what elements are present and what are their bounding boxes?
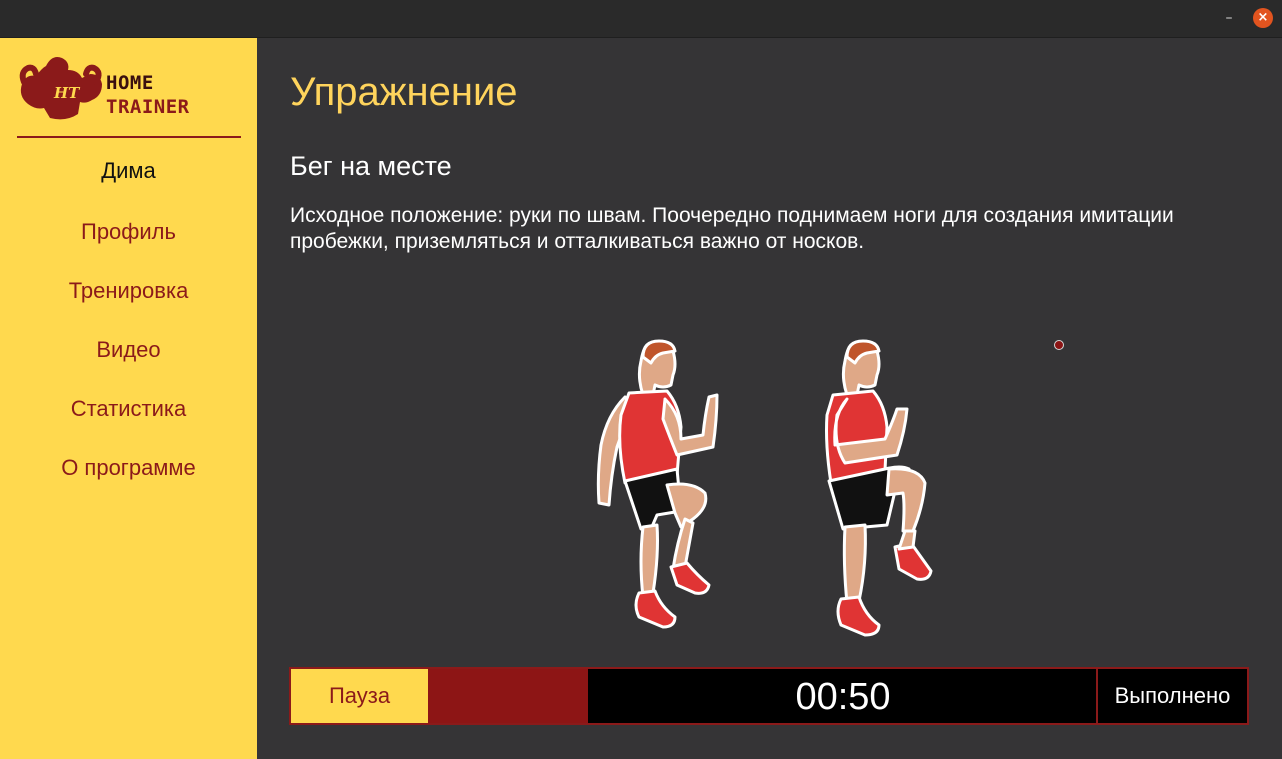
logo-line-home: HOME (106, 72, 154, 94)
running-in-place-illustration (596, 339, 933, 637)
sidebar-divider (17, 136, 241, 138)
sidebar-item-video[interactable]: Видео (0, 337, 257, 363)
runner-figure-left (596, 339, 719, 629)
sidebar-user-name[interactable]: Дима (0, 158, 257, 184)
app-window: – × HT HOME TRAINER Дима Профиль Трениро… (0, 0, 1282, 759)
logo-line-trainer: TRAINER (106, 96, 190, 118)
sidebar-item-training[interactable]: Тренировка (0, 278, 257, 304)
sidebar: HT HOME TRAINER Дима Профиль Тренировка … (0, 38, 257, 759)
exercise-controls: Пауза 00:50 Выполнено (289, 667, 1249, 725)
sidebar-item-profile[interactable]: Профиль (0, 219, 257, 245)
title-bar: – × (0, 0, 1282, 38)
position-marker (1054, 340, 1064, 350)
exercise-progress-bar (428, 669, 588, 723)
sidebar-item-statistics[interactable]: Статистика (0, 396, 257, 422)
close-button[interactable]: × (1253, 8, 1273, 28)
exercise-description: Исходное положение: руки по швам. Поочер… (290, 204, 1174, 253)
exercise-timer: 00:50 (795, 676, 891, 718)
sidebar-item-about[interactable]: О программе (0, 455, 257, 481)
logo-monogram: HT (53, 84, 81, 102)
app-logo: HT HOME TRAINER (16, 52, 241, 122)
bodybuilder-logo-icon: HT (19, 57, 102, 120)
pause-button[interactable]: Пауза (291, 669, 428, 723)
exercise-name: Бег на месте (290, 151, 452, 181)
minimize-button[interactable]: – (1221, 10, 1237, 26)
runner-figure-right (825, 339, 933, 637)
page-title: Упражнение (290, 70, 518, 114)
done-button[interactable]: Выполнено (1096, 669, 1247, 723)
